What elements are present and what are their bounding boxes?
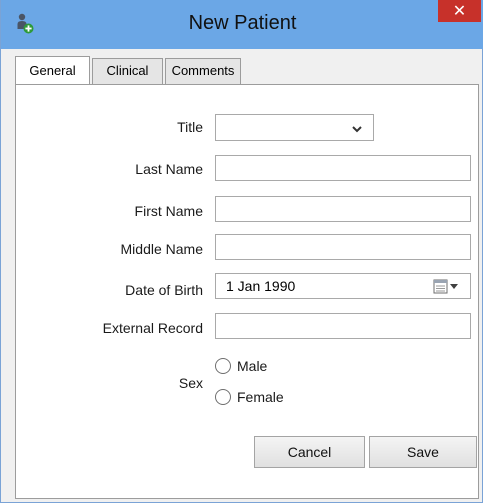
first-name-label: First Name	[134, 203, 203, 219]
chevron-down-icon	[351, 122, 363, 134]
middle-name-label: Middle Name	[120, 241, 203, 257]
dob-label: Date of Birth	[125, 282, 203, 298]
external-record-field[interactable]	[215, 313, 471, 339]
external-record-label: External Record	[102, 320, 203, 336]
title-bar[interactable]: New Patient ✕	[1, 0, 483, 49]
first-name-field[interactable]	[215, 196, 471, 222]
tab-clinical[interactable]: Clinical	[92, 58, 163, 84]
close-button[interactable]: ✕	[438, 0, 481, 22]
dob-value: 1 Jan 1990	[226, 278, 296, 294]
middle-name-field[interactable]	[215, 234, 471, 260]
cancel-button[interactable]: Cancel	[254, 436, 365, 468]
title-select[interactable]	[215, 114, 374, 141]
female-radio[interactable]	[215, 389, 231, 405]
close-icon: ✕	[452, 1, 467, 20]
tab-general[interactable]: General	[15, 56, 90, 84]
male-radio[interactable]	[215, 358, 231, 374]
tab-comments[interactable]: Comments	[165, 58, 241, 84]
sex-label: Sex	[178, 375, 203, 391]
last-name-label: Last Name	[135, 161, 203, 177]
last-name-field[interactable]	[215, 155, 471, 181]
male-radio-label: Male	[237, 358, 268, 374]
window-title: New Patient	[188, 12, 297, 34]
female-radio-label: Female	[237, 389, 284, 405]
title-label: Title	[177, 119, 203, 135]
calendar-dropdown-icon[interactable]	[433, 279, 465, 295]
new-patient-dialog: New Patient ✕ General Clinical Comments …	[0, 0, 483, 503]
save-button[interactable]: Save	[369, 436, 477, 468]
dob-date-picker[interactable]: 1 Jan 1990	[215, 273, 471, 299]
